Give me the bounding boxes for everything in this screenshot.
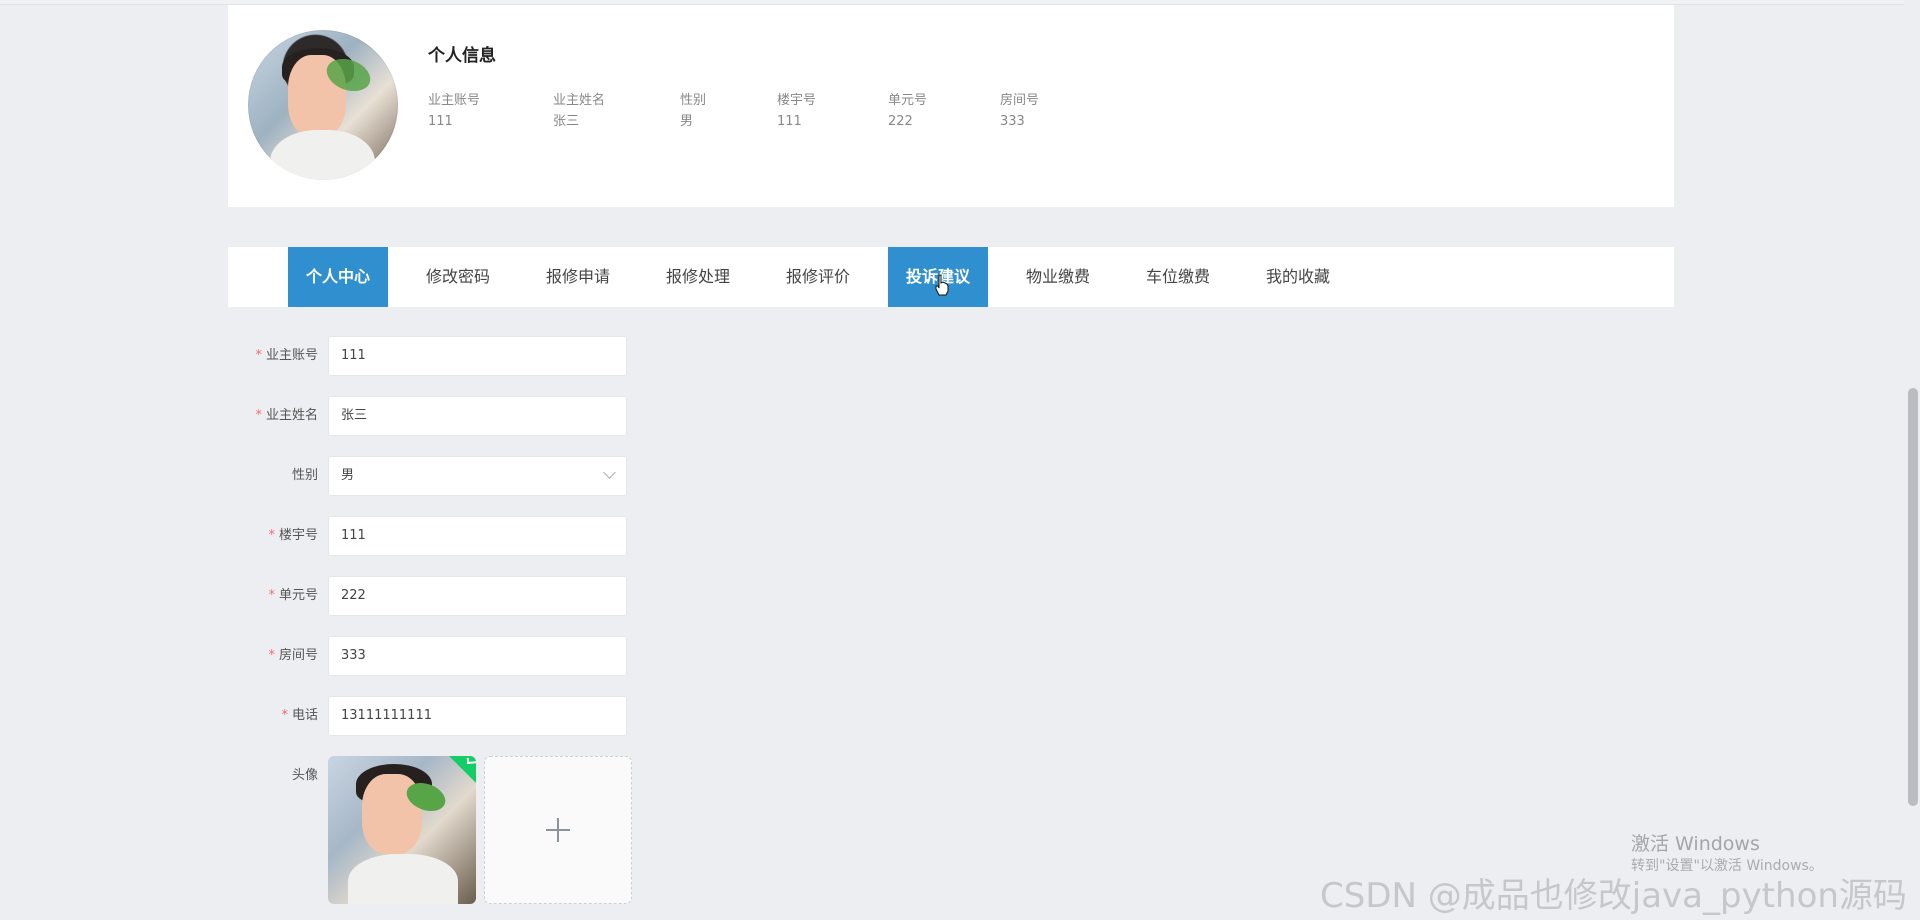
scrollbar-thumb[interactable]: [1908, 388, 1918, 806]
tab-change-password[interactable]: 修改密码: [408, 247, 508, 307]
gender-select[interactable]: 男: [328, 456, 627, 496]
phone-label: * 电话: [281, 708, 318, 723]
tab-my-favorites[interactable]: 我的收藏: [1248, 247, 1348, 307]
form-row-avatar: 头像: [228, 756, 728, 906]
room-input[interactable]: 333: [328, 636, 627, 676]
info-label: 房间号: [1000, 93, 1040, 108]
info-value: 111: [777, 114, 802, 129]
profile-title: 个人信息: [428, 46, 496, 66]
info-label: 性别: [680, 93, 707, 108]
profile-info: 业主账号 111 业主姓名 张三 性别 男 楼宇号 111 单元号 222 房间…: [428, 90, 1100, 132]
info-account: 业主账号 111: [428, 90, 553, 132]
form-row-name: * 业主姓名 张三: [228, 396, 728, 436]
info-room: 房间号 333: [1000, 90, 1100, 132]
info-name: 业主姓名 张三: [553, 90, 680, 132]
form-row-account: * 业主账号 111: [228, 336, 728, 376]
info-unit: 单元号 222: [888, 90, 1000, 132]
upload-add-button[interactable]: [484, 756, 632, 904]
form-row-building: * 楼宇号 111: [228, 516, 728, 556]
uploaded-avatar-thumbnail[interactable]: [328, 756, 476, 904]
unit-input[interactable]: 222: [328, 576, 627, 616]
tab-repair-apply[interactable]: 报修申请: [528, 247, 628, 307]
csdn-watermark: CSDN @成品也修改java_python源码: [1320, 876, 1907, 916]
tab-property-fee[interactable]: 物业缴费: [1008, 247, 1108, 307]
info-value: 111: [428, 114, 453, 129]
upload-success-badge: [449, 756, 476, 785]
profile-avatar: [248, 30, 398, 180]
building-input[interactable]: 111: [328, 516, 627, 556]
tab-repair-review[interactable]: 报修评价: [768, 247, 868, 307]
form-row-gender: 性别 男: [228, 456, 728, 496]
tab-personal-center[interactable]: 个人中心: [288, 247, 388, 307]
info-value: 222: [888, 114, 913, 129]
chevron-down-icon: [603, 466, 616, 479]
info-building: 楼宇号 111: [777, 90, 888, 132]
info-label: 单元号: [888, 93, 928, 108]
avatar-label: 头像: [291, 768, 318, 783]
info-value: 333: [1000, 114, 1025, 129]
name-label: * 业主姓名: [255, 408, 318, 423]
page-scrollbar[interactable]: [1904, 0, 1920, 920]
account-input[interactable]: 111: [328, 336, 627, 376]
info-gender: 性别 男: [680, 90, 777, 132]
unit-label: * 单元号: [268, 588, 318, 603]
hand-cursor-icon: [935, 274, 949, 296]
gender-value: 男: [341, 468, 355, 483]
form-row-phone: * 电话 13111111111: [228, 696, 728, 736]
name-input[interactable]: 张三: [328, 396, 627, 436]
user-center-tabs: 个人中心 修改密码 报修申请 报修处理 报修评价 投诉建议 物业缴费 车位缴费 …: [228, 247, 1674, 307]
tab-repair-handle[interactable]: 报修处理: [648, 247, 748, 307]
gender-label: 性别: [291, 468, 318, 483]
check-icon: [466, 757, 476, 765]
profile-card: 个人信息 业主账号 111 业主姓名 张三 性别 男 楼宇号 111 单元号 2…: [228, 5, 1674, 207]
info-value: 男: [680, 114, 694, 129]
info-label: 业主姓名: [553, 93, 606, 108]
windows-activation-title: 激活 Windows: [1631, 833, 1760, 855]
info-value: 张三: [553, 114, 580, 129]
form-row-unit: * 单元号 222: [228, 576, 728, 616]
room-label: * 房间号: [268, 648, 318, 663]
account-label: * 业主账号: [255, 348, 318, 363]
tab-parking-fee[interactable]: 车位缴费: [1128, 247, 1228, 307]
building-label: * 楼宇号: [268, 528, 318, 543]
phone-input[interactable]: 13111111111: [328, 696, 627, 736]
info-label: 业主账号: [428, 93, 481, 108]
info-label: 楼宇号: [777, 93, 817, 108]
form-row-room: * 房间号 333: [228, 636, 728, 676]
